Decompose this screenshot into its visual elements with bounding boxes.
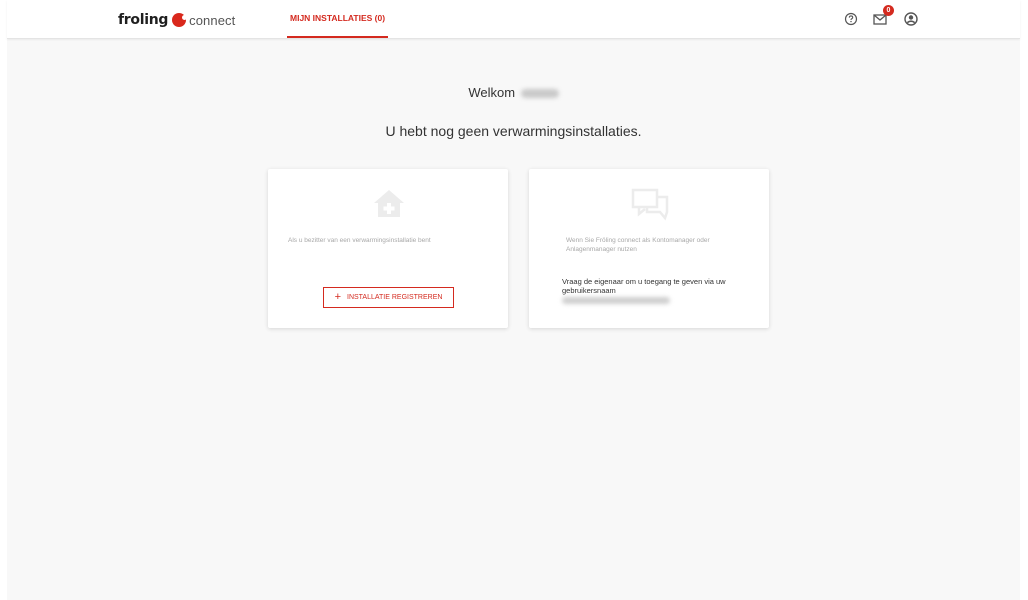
account-manager-card: Wenn Sie Fröling connect als Kontomanage… — [529, 169, 769, 328]
manager-description: Wenn Sie Fröling connect als Kontomanage… — [566, 237, 710, 253]
welcome-heading: Welkom — [7, 85, 1020, 100]
help-icon[interactable] — [840, 8, 862, 30]
redacted-username — [520, 89, 559, 99]
no-installations-message: U hebt nog geen verwarmingsinstallaties. — [385, 123, 642, 139]
chat-icon — [631, 188, 669, 221]
account-icon[interactable] — [900, 8, 922, 30]
redacted-username-email — [562, 297, 670, 304]
plus-icon: + — [334, 291, 341, 303]
register-installation-button[interactable]: + INSTALLATIE REGISTREREN — [323, 287, 454, 308]
tab-mijn-installaties[interactable]: MIJN INSTALLATIES (0) — [287, 0, 389, 38]
logo-wordmark: froling — [118, 12, 169, 28]
logo-flame-icon — [172, 13, 188, 27]
top-bar: froling connect MIJN INSTALLATIES (0) 0 — [7, 0, 1020, 39]
froling-connect-logo[interactable]: froling connect — [118, 10, 235, 30]
welcome-label: Welkom — [468, 85, 516, 100]
owner-description: Als u bezitter van een verwarmingsinstal… — [288, 237, 431, 244]
manager-instruction: Vraag de eigenaar om u toegang te geven … — [562, 277, 726, 295]
home-add-icon — [374, 190, 404, 217]
header-actions: 0 — [840, 5, 930, 30]
app-frame: froling connect MIJN INSTALLATIES (0) 0 — [7, 0, 1020, 600]
register-button-label: INSTALLATIE REGISTREREN — [347, 294, 443, 301]
register-owner-card: Als u bezitter van een verwarmingsinstal… — [268, 169, 508, 328]
logo-connect-text: connect — [189, 12, 236, 28]
mail-icon[interactable]: 0 — [870, 5, 894, 30]
mail-count-badge: 0 — [883, 5, 894, 16]
